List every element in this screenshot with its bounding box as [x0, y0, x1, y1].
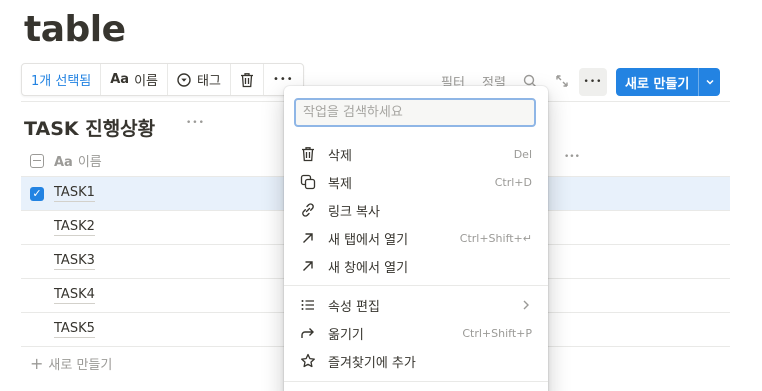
menu-item-shortcut: Ctrl+D: [494, 175, 532, 189]
arrow-up-right-icon: [294, 231, 322, 245]
menu-item-label: 링크 복사: [328, 204, 380, 220]
menu-item-shortcut: Ctrl+Shift+P: [462, 326, 532, 340]
menu-item-label: 새 탭에서 열기: [328, 232, 409, 248]
select-all-checkbox[interactable]: [30, 153, 44, 168]
row-name[interactable]: TASK4: [54, 287, 95, 304]
text-property-icon: Aa: [110, 72, 130, 87]
list-icon: [294, 299, 322, 311]
delete-selected-button[interactable]: [231, 64, 264, 95]
link-icon: [294, 202, 322, 218]
menu-item-label: 속성 편집: [328, 299, 380, 315]
name-column-header[interactable]: Aa 이름: [54, 151, 102, 170]
new-button-label[interactable]: 새로 만들기: [616, 68, 698, 96]
menu-item-label: 즐겨찾기에 추가: [328, 355, 416, 371]
move-arrow-icon: [294, 326, 322, 340]
view-more-button[interactable]: •••: [579, 68, 607, 96]
menu-item-add-favorite[interactable]: 즐겨찾기에 추가: [288, 347, 544, 375]
page-title: table: [24, 9, 126, 50]
chevron-right-icon: [522, 299, 530, 311]
menu-item-label: 새 창에서 열기: [328, 260, 409, 276]
menu-item-copy-link[interactable]: 링크 복사: [288, 196, 544, 224]
new-button[interactable]: 새로 만들기: [616, 68, 721, 96]
add-new-row-button[interactable]: + 새로 만들기: [30, 354, 112, 373]
row-checkbox-checked[interactable]: ✓: [30, 186, 44, 201]
chevron-down-icon[interactable]: [698, 68, 720, 96]
row-context-menu: 삭제 Del 복제 Ctrl+D 링크 복사 새 탭에서 열기 Ctrl+Shi…: [284, 86, 548, 391]
menu-divider: [284, 285, 548, 286]
menu-item-label: 삭제: [328, 148, 352, 164]
arrow-up-right-icon: [294, 259, 322, 273]
menu-item-shortcut: Del: [513, 147, 532, 161]
menu-item-duplicate[interactable]: 복제 Ctrl+D: [288, 168, 544, 196]
edit-name-property-button[interactable]: Aa 이름: [101, 64, 169, 95]
selected-count-button[interactable]: 1개 선택됨: [22, 64, 102, 95]
expand-icon[interactable]: [551, 70, 573, 92]
text-property-icon: Aa: [54, 155, 73, 170]
menu-item-open-new-tab[interactable]: 새 탭에서 열기 Ctrl+Shift+↵: [288, 224, 544, 252]
menu-item-open-new-window[interactable]: 새 창에서 열기: [288, 252, 544, 280]
row-name[interactable]: TASK2: [54, 219, 95, 236]
menu-item-move[interactable]: 옮기기 Ctrl+Shift+P: [288, 319, 544, 347]
database-more-button[interactable]: •••: [186, 118, 205, 128]
row-name[interactable]: TASK5: [54, 321, 95, 338]
database-title[interactable]: TASK 진행상황: [24, 114, 155, 141]
plus-icon: +: [30, 354, 44, 373]
select-circle-icon: [177, 72, 191, 87]
menu-divider: [284, 381, 548, 382]
menu-item-edit-properties[interactable]: 속성 편집: [288, 291, 544, 319]
bulk-action-toolbar: 1개 선택됨 Aa 이름 태그 •••: [21, 63, 304, 96]
row-name[interactable]: TASK1: [54, 185, 95, 202]
duplicate-icon: [294, 174, 322, 190]
menu-item-delete[interactable]: 삭제 Del: [288, 140, 544, 168]
menu-item-shortcut: Ctrl+Shift+↵: [459, 231, 532, 245]
row-name[interactable]: TASK3: [54, 253, 95, 270]
add-property-more-button[interactable]: •••: [564, 152, 580, 162]
tag-property-label: 태그: [197, 74, 221, 89]
edit-tag-property-button[interactable]: 태그: [168, 64, 231, 95]
trash-icon: [240, 72, 254, 88]
add-row-label: 새로 만들기: [48, 358, 113, 373]
name-column-label: 이름: [77, 155, 102, 170]
action-search-input[interactable]: [294, 98, 536, 127]
star-icon: [294, 353, 322, 369]
menu-item-label: 복제: [328, 176, 352, 192]
name-property-label: 이름: [134, 74, 159, 89]
trash-icon: [294, 146, 322, 162]
menu-item-label: 옮기기: [328, 327, 364, 343]
